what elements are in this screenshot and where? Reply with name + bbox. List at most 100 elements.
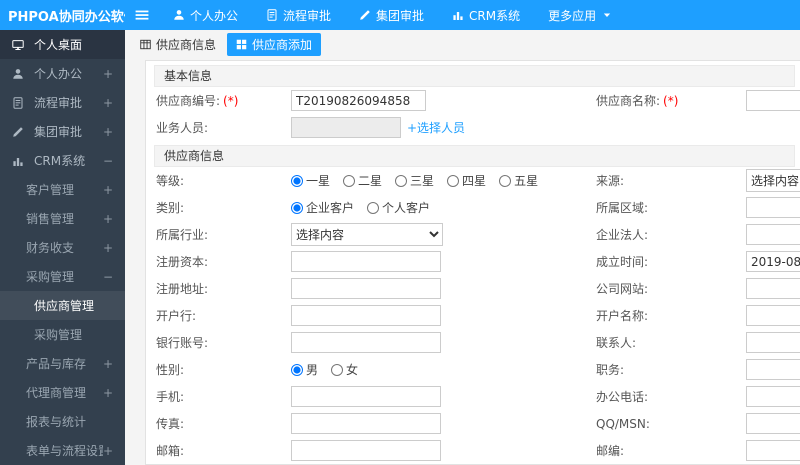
supplier-name-input[interactable] [746,90,800,111]
category-radio-option[interactable]: 个人客户 [367,199,430,216]
email-input[interactable] [291,440,441,461]
expand-icon[interactable]: + [103,386,125,400]
sidebar-item-label: CRM系统 [34,154,86,168]
sidebar-item-finance[interactable]: 财务收支 + [0,233,125,262]
form-row: 供应商编号:(*)供应商名称:(*) [146,87,800,114]
tab-supplier-add[interactable]: 供应商添加 [227,32,322,56]
account-name-control-cell [746,305,800,326]
office-phone-input[interactable] [746,386,800,407]
registered-capital-input[interactable] [291,251,441,272]
sidebar-item-purchase-mgmt[interactable]: 采购管理 − [0,262,125,291]
expand-icon[interactable]: + [103,444,125,458]
sidebar-item-label: 报表与统计 [26,415,87,429]
industry-select[interactable]: 选择内容 [291,223,443,246]
sidebar-item-label: 采购管理 [26,270,75,284]
office-phone-label: 办公电话: [596,390,649,404]
level-radio-input[interactable] [291,174,303,187]
expand-icon[interactable]: + [103,357,125,371]
sidebar-item-agent-mgmt[interactable]: 代理商管理 + [0,378,125,407]
level-radio-option[interactable]: 一星 [291,172,330,189]
sidebar-item-form-flow-settings[interactable]: 表单与流程设置 + [0,436,125,465]
expand-icon[interactable]: + [103,67,125,81]
collapse-icon[interactable]: − [103,270,125,284]
topnav-item-personal-office[interactable]: 个人办公 [159,0,252,30]
sidebar-item-process-approval[interactable]: 流程审批 + [0,88,125,117]
gender-radio-option[interactable]: 女 [331,361,358,378]
account-name-input[interactable] [746,305,800,326]
sales-person-input[interactable] [291,117,401,138]
category-radio-option[interactable]: 企业客户 [291,199,354,216]
topnav-item-crm-system[interactable]: CRM系统 [438,0,534,30]
fax-input[interactable] [291,413,441,434]
sidebar-item-personal-office[interactable]: 个人办公 + [0,59,125,88]
sidebar-item-personal-desktop[interactable]: 个人桌面 [0,30,125,59]
form-row: 业务人员: +选择人员 [146,114,800,141]
collapse-icon[interactable]: − [103,154,125,168]
level-radio-option[interactable]: 四星 [447,172,486,189]
region-input[interactable] [746,197,800,218]
tab-supplier-info[interactable]: 供应商信息 [131,33,225,56]
email-control-cell [291,440,596,461]
form-row: 传真: QQ/MSN: [146,410,800,437]
zipcode-input[interactable] [746,440,800,461]
level-radio-input[interactable] [499,174,512,187]
bank-account-input[interactable] [291,332,441,353]
region-label: 所属区域: [596,201,649,215]
sidebar-item-purchase-mgmt-sub[interactable]: 采购管理 [0,320,125,349]
contact-person-input[interactable] [746,332,800,353]
topnav-item-more-apps[interactable]: 更多应用 [534,0,626,30]
bank-branch-input[interactable] [291,305,441,326]
topnav-item-label: CRM系统 [469,8,521,23]
gender-radio-input[interactable] [331,363,344,376]
menu-toggle-icon[interactable] [125,0,159,30]
sales-person-picker-link[interactable]: +选择人员 [407,119,465,136]
category-radio-input[interactable] [367,201,380,214]
sidebar-item-group-approval[interactable]: 集团审批 + [0,117,125,146]
bank-branch-label: 开户行: [156,309,197,323]
form-row: 银行账号: 联系人: [146,329,800,356]
website-input[interactable] [746,278,800,299]
topnav-item-label: 更多应用 [548,8,597,23]
expand-icon[interactable]: + [103,241,125,255]
expand-icon[interactable]: + [103,183,125,197]
registered-address-input[interactable] [291,278,441,299]
gender-radio-input[interactable] [291,363,303,376]
legal-person-input[interactable] [746,224,800,245]
sidebar-item-supplier-mgmt[interactable]: 供应商管理 [0,291,125,320]
level-radio-input[interactable] [447,174,460,187]
tab-bar: 供应商信息 供应商添加 [125,30,800,58]
expand-icon[interactable]: + [103,96,125,110]
supplier-code-input[interactable] [291,90,426,111]
source-label-cell: 来源: [596,172,746,189]
mobile-input[interactable] [291,386,441,407]
tab-label: 供应商信息 [156,37,217,52]
bank-branch-control-cell [291,305,596,326]
gender-radio-option[interactable]: 男 [291,361,318,378]
category-radio-input[interactable] [291,201,303,214]
qq-msn-input[interactable] [746,413,800,434]
main-content: 供应商信息供应商添加 基本信息供应商编号:(*)供应商名称:(*)业务人员:+选… [125,30,800,465]
position-label: 职务: [596,363,625,377]
level-radio-option[interactable]: 五星 [499,172,538,189]
sidebar-item-sales-mgmt[interactable]: 销售管理 + [0,204,125,233]
topnav-item-process-approval[interactable]: 流程审批 [252,0,345,30]
expand-icon[interactable]: + [103,212,125,226]
sidebar-item-product-inventory[interactable]: 产品与库存 + [0,349,125,378]
expand-icon[interactable]: + [103,125,125,139]
sidebar-item-customer-mgmt[interactable]: 客户管理 + [0,175,125,204]
founded-date-input[interactable] [746,251,800,272]
level-radio-input[interactable] [343,174,356,187]
level-radio-option[interactable]: 三星 [395,172,434,189]
level-radio-input[interactable] [395,174,408,187]
mobile-label: 手机: [156,390,185,404]
bank-account-control-cell [291,332,596,353]
sidebar-item-label: 流程审批 [34,96,83,110]
level-radio-option[interactable]: 二星 [343,172,382,189]
position-input[interactable] [746,359,800,380]
registered-capital-control-cell [291,251,596,272]
topnav-item-group-approval[interactable]: 集团审批 [345,0,438,30]
sidebar-item-label: 个人办公 [34,67,83,81]
sidebar-item-crm-system[interactable]: CRM系统 − [0,146,125,175]
source-select[interactable]: 选择内容 [746,169,800,192]
sidebar-item-reports-statistics[interactable]: 报表与统计 [0,407,125,436]
